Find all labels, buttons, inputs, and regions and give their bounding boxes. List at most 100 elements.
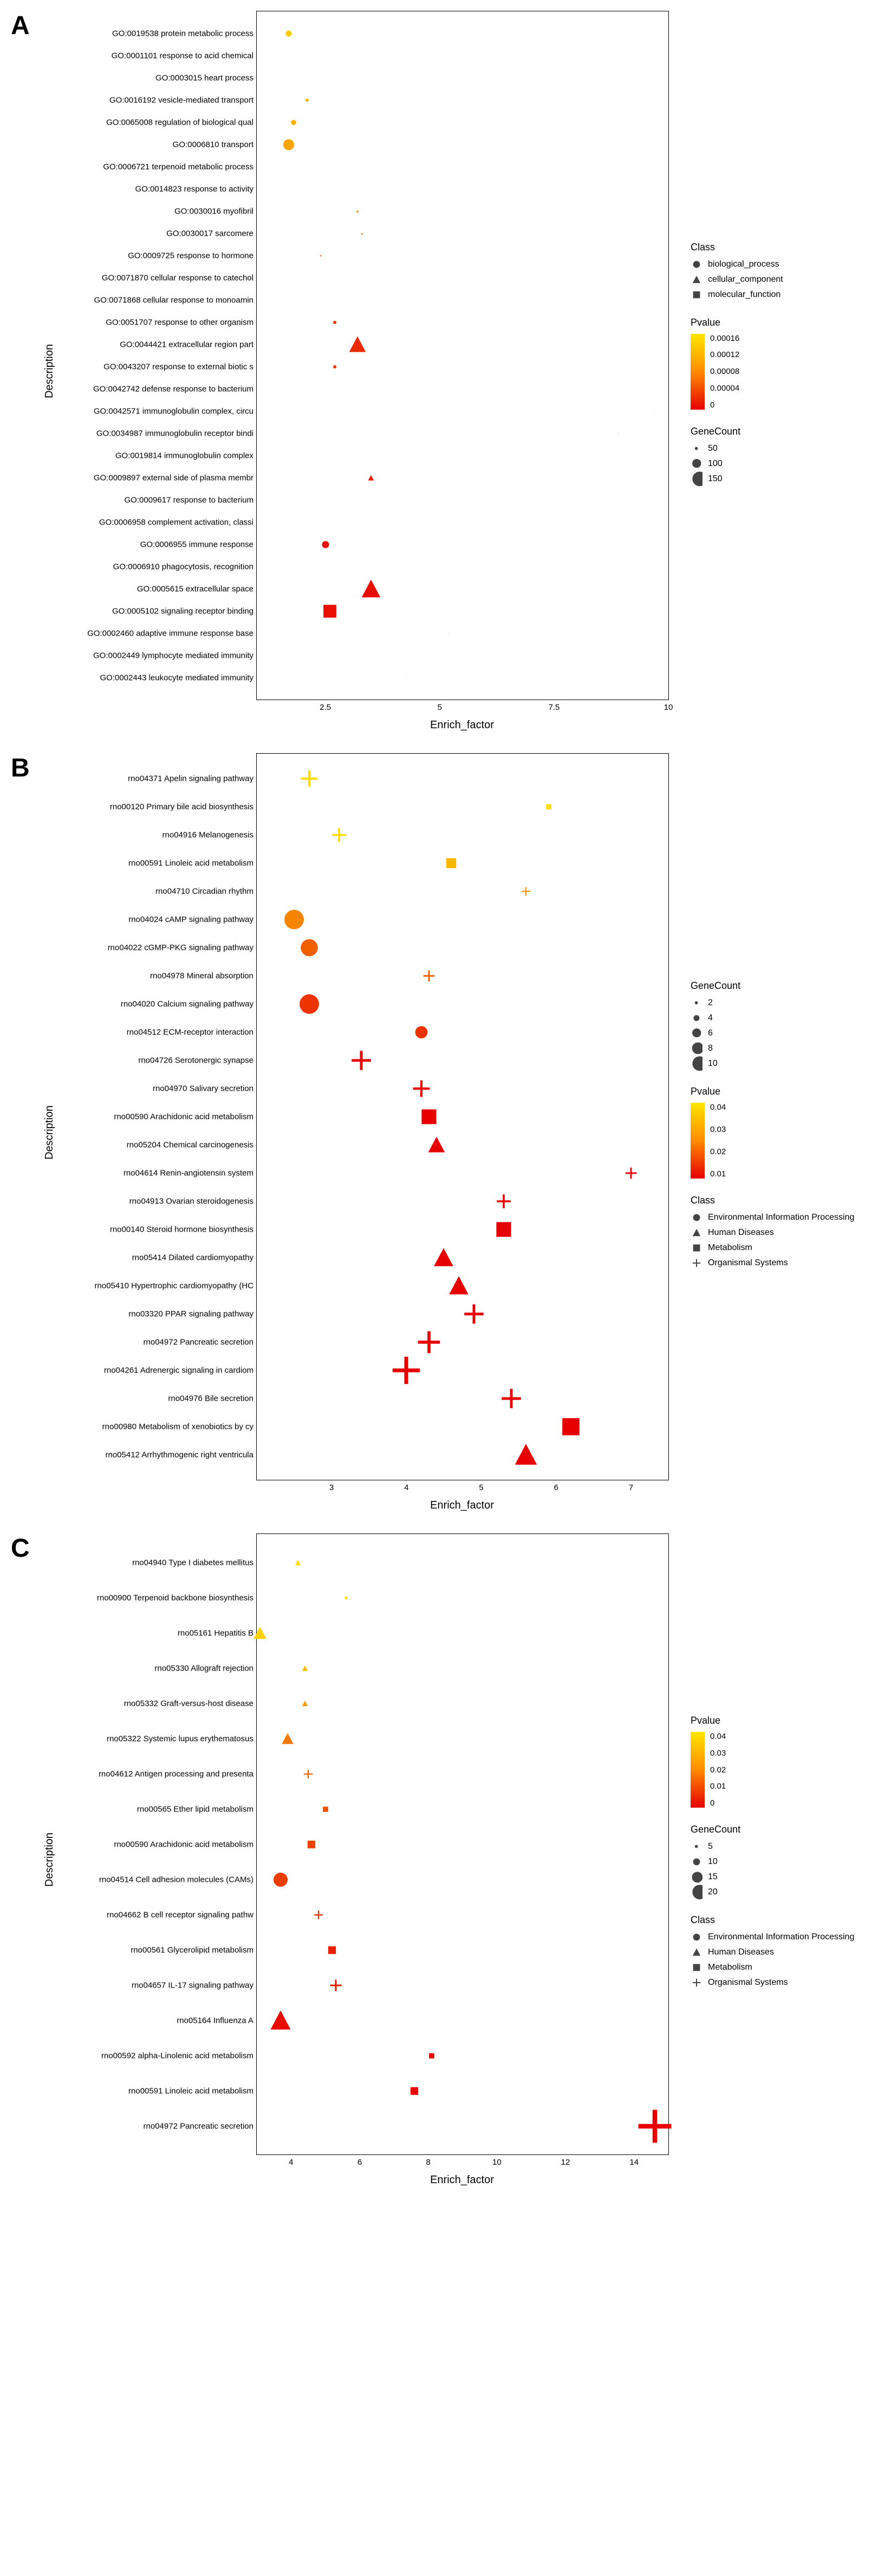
data-point [322,1806,329,1813]
y-axis-label: Description [43,1833,56,1887]
legend-item: molecular_function [691,289,783,301]
data-point [329,1979,342,1992]
data-point [281,1732,294,1745]
y-tick-label: rno05164 Influenza A [177,2016,257,2025]
legend-pvalue: Pvalue0.040.030.020.010 [691,1715,854,1808]
data-point [321,540,329,548]
y-tick-label: GO:0006721 terpenoid metabolic process [103,162,257,171]
y-tick-label: GO:0001101 response to acid chemical [112,51,257,60]
legend-class: ClassEnvironmental Information Processin… [691,1195,854,1269]
y-tick-label: GO:0030017 sarcomere [166,229,257,238]
y-tick-label: GO:0006958 complement activation, classi [99,517,257,527]
y-tick-label: rno04978 Mineral absorption [150,972,257,981]
data-point [302,1665,308,1672]
y-tick-label: rno00592 alpha-Linolenic acid metabolism [101,2051,257,2060]
legend-item: Metabolism [691,1242,854,1254]
data-point [333,365,337,369]
data-point [298,937,320,959]
data-point [348,335,367,354]
legend-item: 50 [691,443,783,455]
data-point [305,98,309,102]
y-tick-label: rno00590 Arachidonic acid metabolism [114,1840,257,1849]
y-tick-label: GO:0044421 extracellular region part [120,340,257,349]
x-tick-label: 12 [561,2154,570,2167]
y-tick-label: rno00900 Terpenoid backbone biosynthesis [97,1593,257,1602]
data-point [417,1330,441,1355]
data-point [636,2108,673,2145]
data-point [344,1596,348,1599]
y-tick-label: rno05322 Systemic lupus erythematosus [107,1734,257,1743]
y-tick-label: GO:0019814 immunoglobulin complex [115,451,257,460]
data-point [282,908,307,932]
x-axis-label: Enrich_factor [256,719,668,732]
y-tick-label: rno04710 Circadian rhythm [155,887,257,896]
data-point [428,2053,435,2059]
data-point [409,2086,419,2096]
y-tick-label: rno00565 Ether lipid metabolism [137,1804,257,1814]
y-tick-label: GO:0071870 cellular response to catechol [102,273,257,282]
chart-panel-C: CDescriptionrno04940 Type I diabetes mel… [11,1533,891,2186]
data-point [314,1910,323,1920]
x-tick-label: 10 [492,2154,502,2167]
data-point [650,455,651,456]
data-point [414,1025,430,1040]
data-point [333,320,337,325]
y-tick-label: GO:0009617 response to bacterium [125,495,257,504]
legend-item: Human Diseases [691,1227,854,1239]
data-point [407,677,408,678]
y-tick-label: rno05412 Arrhythmogenic right ventricula [106,1451,257,1460]
data-point [297,992,321,1017]
y-tick-label: GO:0019538 protein metabolic process [112,29,257,38]
x-tick-label: 7 [629,1480,633,1492]
y-tick-label: GO:0002449 lymphocyte mediated immunity [93,651,257,660]
y-tick-label: rno04614 Renin-angiotensin system [123,1169,257,1178]
y-tick-label: rno04612 Antigen processing and presenta [99,1769,257,1778]
data-point [412,1079,431,1098]
y-tick-label: rno05161 Hepatitis B [178,1628,257,1637]
y-tick-label: rno00561 Glycerolipid metabolism [131,1945,257,1954]
x-tick-label: 10 [664,700,673,712]
data-point [433,1247,455,1268]
data-point [290,119,297,126]
data-point [463,1303,485,1325]
legend-item: 8 [691,1043,854,1054]
data-point [514,1443,538,1467]
data-point [448,1275,470,1297]
y-tick-label: rno04972 Pancreatic secretion [144,1338,257,1347]
legend-item: Metabolism [691,1962,854,1973]
y-tick-label: GO:0009725 response to hormone [128,251,257,260]
y-tick-label: rno00980 Metabolism of xenobiotics by cy [102,1422,257,1432]
legend-item: Organismal Systems [691,1257,854,1269]
legend-item: biological_process [691,258,783,270]
x-tick-label: 14 [629,2154,639,2167]
data-point [322,603,338,619]
y-tick-label: GO:0034987 immunoglobulin receptor bindi [96,429,257,438]
y-tick-label: GO:0002443 leukocyte mediated immunity [100,673,257,682]
data-point [285,29,292,37]
data-point [270,2009,292,2031]
x-tick-label: 6 [554,1480,558,1492]
y-tick-label: rno04972 Pancreatic secretion [144,2121,257,2131]
data-point [300,769,318,788]
legend-pvalue: Pvalue0.040.030.020.01 [691,1086,854,1179]
panel-label: B [11,753,30,783]
y-tick-label: rno04024 cAMP signaling pathway [128,915,257,924]
data-point [368,475,374,481]
data-point [307,1840,316,1849]
data-point [445,857,458,870]
data-point [625,1167,637,1180]
legend-item: cellular_component [691,274,783,286]
legend-item: 6 [691,1027,854,1039]
data-point [561,1416,582,1438]
x-tick-label: 3 [329,1480,334,1492]
legend-item: 2 [691,997,854,1009]
y-tick-label: rno03320 PPAR signaling pathway [128,1310,257,1319]
y-tick-label: GO:0071868 cellular response to monoamin [94,295,257,305]
y-tick-label: GO:0005102 signaling receptor binding [112,606,257,616]
x-tick-label: 4 [289,2154,293,2167]
legend-item: 100 [691,458,783,470]
legend-item: Human Diseases [691,1946,854,1958]
chart-panel-A: ADescriptionGO:0019538 protein metabolic… [11,11,891,732]
y-tick-label: rno04916 Melanogenesis [162,831,257,840]
x-tick-label: 7.5 [548,700,560,712]
